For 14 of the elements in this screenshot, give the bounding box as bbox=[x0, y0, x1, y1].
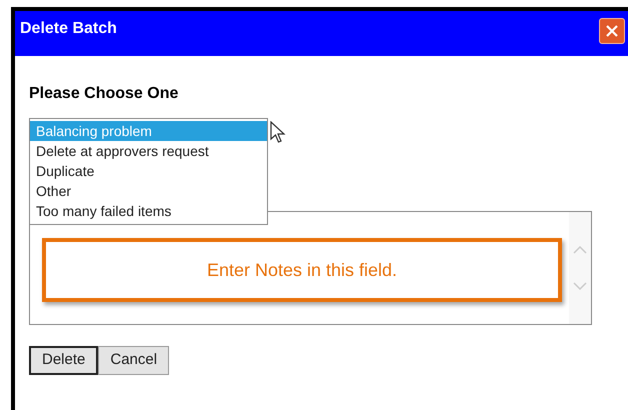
dialog-button[interactable]: Delete bbox=[29, 346, 98, 375]
list-option[interactable]: Delete at approvers request bbox=[30, 141, 267, 161]
mouse-cursor-icon bbox=[270, 121, 288, 145]
annotation-text: Enter Notes in this field. bbox=[206, 258, 398, 282]
scroll-down-icon bbox=[573, 282, 587, 290]
close-button[interactable] bbox=[599, 18, 625, 44]
reason-listbox[interactable]: Balancing problem Delete at approvers request Duplicate Other Too many failed items bbox=[29, 118, 268, 225]
scroll-up-icon bbox=[573, 246, 587, 254]
list-option[interactable]: Duplicate bbox=[30, 161, 267, 181]
close-icon bbox=[605, 24, 619, 38]
dialog-button[interactable]: Cancel bbox=[98, 346, 170, 375]
list-option[interactable]: Other bbox=[30, 181, 267, 201]
section-heading: Please Choose One bbox=[29, 84, 180, 104]
window-title: Delete Batch bbox=[20, 18, 117, 38]
